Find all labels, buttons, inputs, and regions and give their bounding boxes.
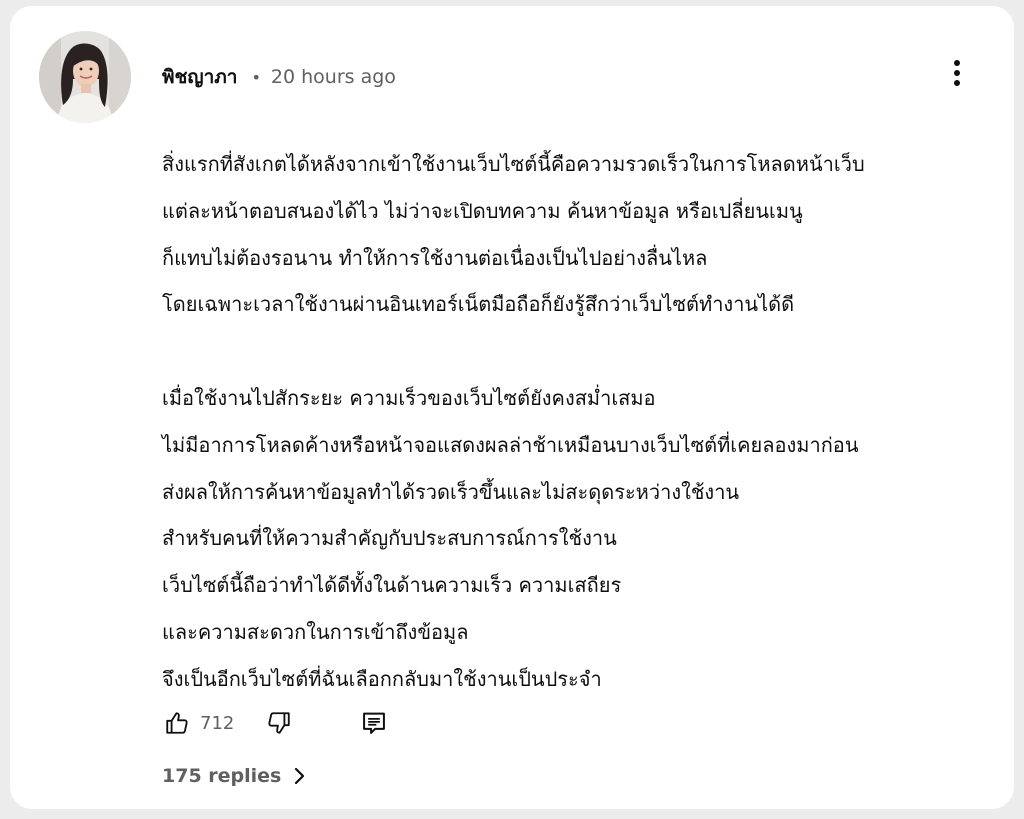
comment-line: สิ่งแรกที่สังเกตได้หลังจากเข้าใช้งานเว็บ… [162,152,865,176]
like-count: 712 [200,712,235,734]
like-button[interactable] [160,706,194,740]
comment-line: แต่ละหน้าตอบสนองได้ไว ไม่ว่าจะเปิดบทความ… [162,198,803,223]
more-vert-icon [954,70,960,76]
author-name[interactable]: พิชญาภา [162,62,237,92]
thumbs-up-icon [166,712,188,734]
more-options-button[interactable] [942,56,972,90]
reply-comment-icon [363,712,386,734]
comment-line: จึงเป็นอีกเว็บไซต์ที่ฉันเลือกกลับมาใช้งา… [162,666,602,691]
comment-line: และความสะดวกในการเข้าถึงข้อมูล [162,619,469,644]
avatar-photo [39,31,131,123]
comment-line: ก็แทบไม่ต้องรอนาน ทำให้การใช้งานต่อเนื่อ… [162,245,708,270]
replies-count-label: 175 replies [162,765,282,787]
comment-text: สิ่งแรกที่สังเกตได้หลังจากเข้าใช้งานเว็บ… [162,141,982,703]
comment-line: เมื่อใช้งานไปสักระยะ ความเร็วของเว็บไซต์… [162,385,656,410]
avatar[interactable] [39,31,131,123]
comment-line: โดยเฉพาะเวลาใช้งานผ่านอินเทอร์เน็ตมือถือ… [162,292,795,317]
comment-actions: 712 [160,706,391,740]
more-vert-icon [954,60,960,66]
comment-card: พิชญาภา • 20 hours ago สิ่งแรกที่สังเกตไ… [10,6,1014,809]
comment-header: พิชญาภา • 20 hours ago [162,62,396,92]
meta-separator: • [251,67,261,87]
comment-line: ส่งผลให้การค้นหาข้อมูลทำได้รวดเร็วขึ้นแล… [162,479,740,504]
comment-line: ไม่มีอาการโหลดค้างหรือหน้าจอแสดงผลล่าช้า… [162,432,859,457]
comment-timestamp[interactable]: 20 hours ago [271,66,396,88]
more-vert-icon [954,80,960,86]
dislike-button[interactable] [262,706,296,740]
thumbs-down-icon [268,712,291,734]
view-replies-button[interactable]: 175 replies [162,761,307,791]
reply-button[interactable] [357,706,391,740]
comment-line: สำหรับคนที่ให้ความสำคัญกับประสบการณ์การใ… [162,526,617,551]
comment-line: เว็บไซต์นี้ถือว่าทำได้ดีทั้งในด้านความเร… [162,573,622,598]
chevron-right-icon [293,767,307,785]
